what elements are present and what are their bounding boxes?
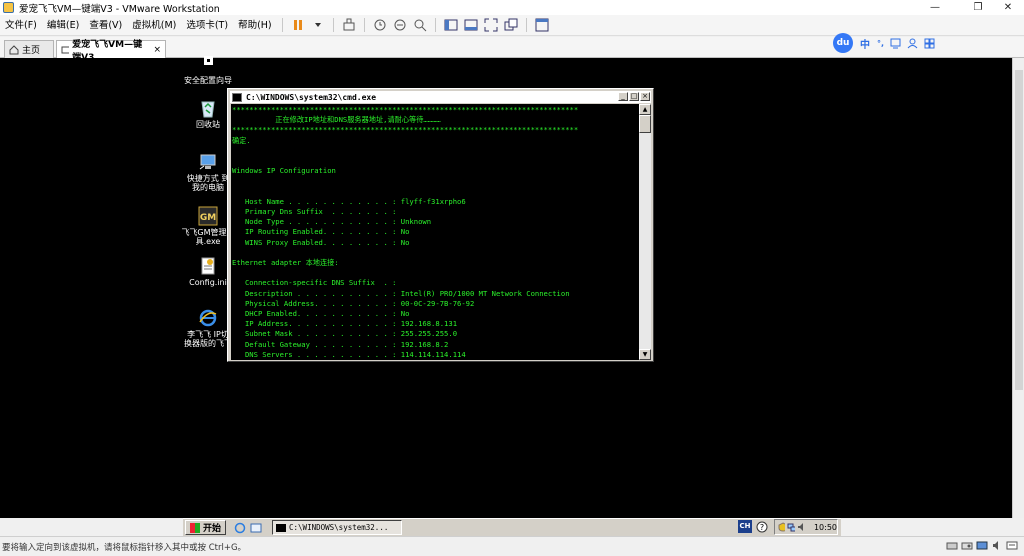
status-bar: 要将输入定向到该虚拟机，请将鼠标指针移入其中或按 Ctrl+G。 [0,536,1024,556]
cmd-window[interactable]: C:\WINDOWS\system32\cmd.exe _ □ × ******… [227,88,654,362]
clock: 10:50 [813,522,837,532]
message-log-icon[interactable] [1006,540,1018,551]
scroll-down-arrow-icon[interactable]: ▼ [639,349,651,360]
cd-drive-icon[interactable] [961,540,973,551]
dropdown-arrow-icon[interactable] [310,17,326,33]
cmd-icon [232,92,242,102]
toolbar-separator [363,18,365,32]
cmd-title-bar[interactable]: C:\WINDOWS\system32\cmd.exe _ □ × [230,91,651,103]
gm-tool-icon: GM [198,206,218,226]
sound-card-icon[interactable] [991,540,1003,551]
windows-flag-icon [190,522,200,533]
wizard-icon [204,56,213,65]
menu-edit[interactable]: 编辑(E) [42,15,84,36]
home-icon [9,44,19,54]
console-scrollbar[interactable] [1012,58,1024,518]
taskbar-cmd-label: C:\WINDOWS\system32... [289,523,389,532]
toolbar-separator [434,18,436,32]
console-scroll-thumb[interactable] [1015,70,1023,390]
send-ctrl-alt-del-icon[interactable] [341,17,357,33]
network-icon[interactable] [787,522,795,532]
network-adapter-icon[interactable] [976,540,988,551]
ime-lang-toggle[interactable]: 中 [860,36,870,51]
ie-quicklaunch-icon[interactable] [234,522,246,534]
title-bar: 爱宠飞飞VM—键端V3 - VMware Workstation — ❐ ✕ [0,0,1024,15]
cmd-scroll-thumb[interactable] [639,115,651,133]
unity-icon[interactable] [503,17,519,33]
show-library-icon[interactable] [443,17,459,33]
scroll-up-arrow-icon[interactable]: ▲ [639,104,651,115]
cmd-icon [276,523,287,532]
revert-snapshot-icon[interactable] [392,17,408,33]
menu-help[interactable]: 帮助(H) [233,15,277,36]
recycle-bin-icon [201,101,215,118]
config-file-icon [201,257,215,275]
toolbar-separator [281,18,283,32]
ie-icon [199,309,217,327]
show-desktop-icon[interactable] [250,522,262,534]
start-label: 开始 [203,524,222,534]
start-button[interactable]: 开始 [185,520,227,535]
desktop-icon-label: 回收站 [196,120,220,129]
volume-icon[interactable] [797,522,804,532]
window-title: 爱宠飞飞VM—键端V3 - VMware Workstation [19,3,220,15]
vm-icon [61,46,70,53]
toolbar-separator [332,18,334,32]
cmd-close-button[interactable]: × [640,92,650,101]
snapshot-icon[interactable] [372,17,388,33]
baidu-logo-icon: du [833,33,853,53]
punctuation-icon[interactable]: °, [877,39,884,48]
fullscreen-icon[interactable] [483,17,499,33]
vmware-window: 爱宠飞飞VM—键端V3 - VMware Workstation — ❐ ✕ 文… [0,0,1024,556]
cmd-title: C:\WINDOWS\system32\cmd.exe [246,92,377,102]
desktop-icon-label: 快捷方式 到 我的电脑 [186,174,230,192]
app-icon [3,2,14,13]
user-icon[interactable] [907,38,918,49]
tab-close-button[interactable]: × [153,45,161,55]
cmd-maximize-button[interactable]: □ [629,92,639,101]
input-language-indicator[interactable]: CH [738,520,752,533]
tab-vm[interactable]: 爱宠飞飞VM—键端V3 × [56,40,166,63]
taskbar-cmd-button[interactable]: C:\WINDOWS\system32... [272,520,403,535]
desktop-icon-security-wizard[interactable]: 安全配置向导 [176,54,240,85]
system-tray: 10:50 [774,519,838,535]
hard-disk-icon[interactable] [946,540,958,551]
close-button[interactable]: ✕ [992,0,1024,15]
desktop-icon-label: 李飞飞 IP切 换器版的飞飞 [184,330,232,348]
baidu-ime-bar[interactable]: du 中 °, [833,32,935,54]
vm-console[interactable]: 安全配置向导 回收站 快捷方式 到 我的电脑 GM 飞飞GM管理工 具.exe … [0,56,1024,518]
menu-vm[interactable]: 虚拟机(M) [127,15,181,36]
desktop-icon-label: Config.ini [189,278,227,287]
snapshot-manager-icon[interactable] [412,17,428,33]
cmd-output-text: ****************************************… [232,105,579,359]
menu-tabs[interactable]: 选项卡(T) [181,15,233,36]
help-icon[interactable]: ? [756,521,768,533]
status-message: 要将输入定向到该虚拟机，请将鼠标指针移入其中或按 Ctrl+G。 [2,542,247,553]
tab-home[interactable]: 主页 [4,40,54,58]
security-shield-icon[interactable] [778,522,786,532]
maximize-button[interactable]: ❐ [962,0,994,15]
minimize-button[interactable]: — [919,0,951,15]
grid-menu-icon[interactable] [924,38,935,49]
my-computer-icon [199,154,216,170]
console-view-icon[interactable] [534,17,550,33]
device-icons [943,540,1018,551]
desktop-icon-label: 安全配置向导 [184,76,232,85]
toolbar-separator [525,18,527,32]
svg-text:?: ? [760,523,764,532]
menu-file[interactable]: 文件(F) [0,15,42,36]
skin-icon[interactable] [890,38,901,49]
pause-icon[interactable] [290,17,306,33]
svg-text:GM: GM [200,213,216,223]
cmd-scrollbar[interactable]: ▲ ▼ [639,104,651,360]
menu-view[interactable]: 查看(V) [84,15,127,36]
tab-home-label: 主页 [22,46,41,56]
thumbnail-bar-icon[interactable] [463,17,479,33]
cmd-minimize-button[interactable]: _ [618,92,628,101]
cmd-output[interactable]: ****************************************… [231,104,639,360]
